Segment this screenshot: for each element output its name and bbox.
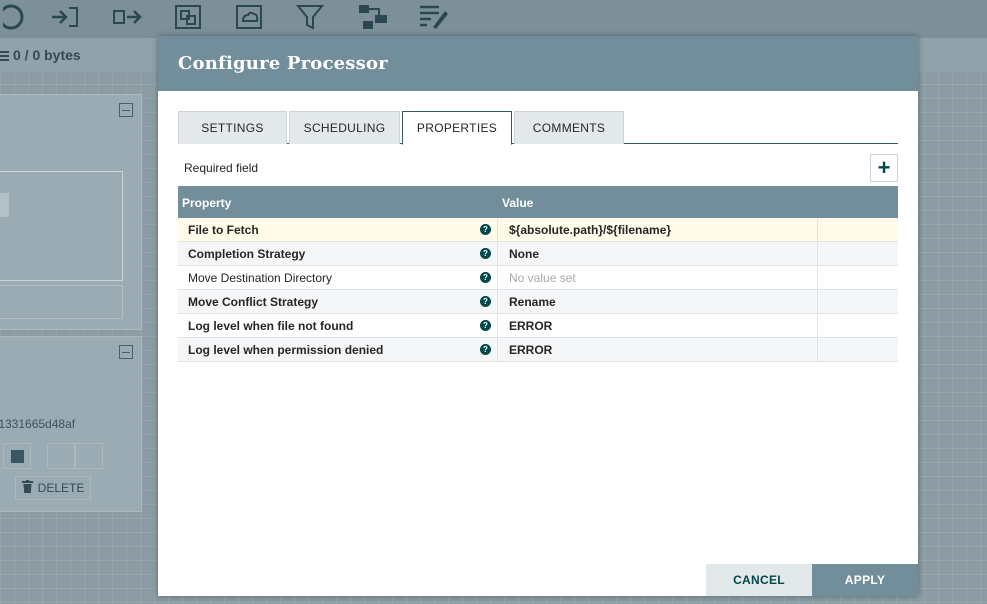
- property-value: ${absolute.path}/${filename}: [509, 223, 672, 237]
- property-name: Log level when file not found: [188, 319, 354, 333]
- required-field-label: Required field: [184, 161, 259, 175]
- funnel-icon[interactable]: [293, 2, 327, 32]
- remote-process-group-icon[interactable]: [233, 2, 267, 32]
- property-name: Log level when permission denied: [188, 343, 384, 357]
- delete-button[interactable]: DELETE: [15, 476, 91, 500]
- tab-settings[interactable]: SETTINGS: [178, 111, 287, 144]
- property-value: ERROR: [509, 319, 553, 333]
- help-icon[interactable]: ?: [480, 224, 491, 235]
- operate-panel: f-1331665d48af DELETE: [0, 336, 142, 512]
- property-cell: Completion Strategy ?: [178, 242, 498, 266]
- value-cell[interactable]: None: [498, 242, 818, 266]
- dialog-title: Configure Processor: [178, 53, 388, 74]
- table-row[interactable]: File to Fetch ? ${absolute.path}/${filen…: [178, 218, 898, 242]
- property-name: Completion Strategy: [188, 247, 306, 261]
- navigate-controls: [0, 285, 123, 319]
- processor-icon[interactable]: [2, 2, 36, 32]
- dialog-header: Configure Processor: [158, 36, 918, 91]
- input-port-icon[interactable]: [48, 2, 82, 32]
- stop-button[interactable]: [3, 443, 31, 469]
- property-name: File to Fetch: [188, 223, 259, 237]
- table-row[interactable]: Log level when file not found ? ERROR: [178, 314, 898, 338]
- configure-processor-dialog: Configure Processor SETTINGS SCHEDULING …: [158, 36, 918, 596]
- property-name: Move Conflict Strategy: [188, 295, 319, 309]
- tab-comments[interactable]: COMMENTS: [514, 111, 624, 144]
- collapse-icon[interactable]: [119, 345, 133, 359]
- upload-template-button[interactable]: [75, 443, 103, 469]
- table-row[interactable]: Log level when permission denied ? ERROR: [178, 338, 898, 362]
- value-cell[interactable]: No value set: [498, 266, 818, 290]
- trash-icon: [21, 480, 33, 496]
- add-property-button[interactable]: +: [870, 154, 898, 182]
- help-icon[interactable]: ?: [480, 272, 491, 283]
- table-header: Property Value: [178, 186, 898, 218]
- label-icon[interactable]: [416, 2, 450, 32]
- navigate-panel: [0, 94, 142, 330]
- birdseye-viewport[interactable]: [0, 193, 9, 217]
- component-toolbar: [0, 0, 987, 38]
- queue-icon: [0, 51, 9, 62]
- property-cell: Move Conflict Strategy ?: [178, 290, 498, 314]
- property-name: Move Destination Directory: [188, 271, 333, 285]
- value-cell[interactable]: Rename: [498, 290, 818, 314]
- queued-status: 0 / 0 bytes: [0, 47, 81, 63]
- plus-icon: +: [877, 155, 891, 180]
- column-header-value[interactable]: Value: [502, 196, 533, 210]
- column-header-property[interactable]: Property: [182, 196, 231, 210]
- properties-table: Property Value File to Fetch ? ${absolut…: [178, 186, 898, 362]
- queued-value: 0 / 0 bytes: [13, 47, 81, 63]
- cancel-button[interactable]: CANCEL: [706, 564, 812, 596]
- property-cell: File to Fetch ?: [178, 218, 498, 242]
- tab-scheduling[interactable]: SCHEDULING: [289, 111, 400, 144]
- value-cell[interactable]: ERROR: [498, 314, 818, 338]
- table-row[interactable]: Completion Strategy ? None: [178, 242, 898, 266]
- table-row[interactable]: Move Conflict Strategy ? Rename: [178, 290, 898, 314]
- process-group-icon[interactable]: [172, 2, 206, 32]
- delete-label: DELETE: [37, 481, 85, 495]
- help-icon[interactable]: ?: [480, 248, 491, 259]
- property-value: ERROR: [509, 343, 553, 357]
- help-icon[interactable]: ?: [480, 344, 491, 355]
- collapse-icon[interactable]: [119, 103, 133, 117]
- output-port-icon[interactable]: [110, 2, 144, 32]
- tab-properties[interactable]: PROPERTIES: [402, 111, 512, 145]
- property-value: No value set: [509, 271, 576, 285]
- component-id: f-1331665d48af: [0, 417, 76, 431]
- property-cell: Log level when permission denied ?: [178, 338, 498, 362]
- apply-button[interactable]: APPLY: [812, 564, 918, 596]
- property-value: Rename: [509, 295, 556, 309]
- property-cell: Log level when file not found ?: [178, 314, 498, 338]
- tab-bar: SETTINGS SCHEDULING PROPERTIES COMMENTS: [178, 111, 898, 145]
- property-cell: Move Destination Directory ?: [178, 266, 498, 290]
- table-row[interactable]: Move Destination Directory ? No value se…: [178, 266, 898, 290]
- template-icon[interactable]: [356, 2, 390, 32]
- property-value: None: [509, 247, 539, 261]
- help-icon[interactable]: ?: [480, 320, 491, 331]
- create-template-button[interactable]: [47, 443, 75, 469]
- birdseye-view[interactable]: [0, 171, 123, 281]
- value-cell[interactable]: ERROR: [498, 338, 818, 362]
- help-icon[interactable]: ?: [480, 296, 491, 307]
- value-cell[interactable]: ${absolute.path}/${filename}: [498, 218, 818, 242]
